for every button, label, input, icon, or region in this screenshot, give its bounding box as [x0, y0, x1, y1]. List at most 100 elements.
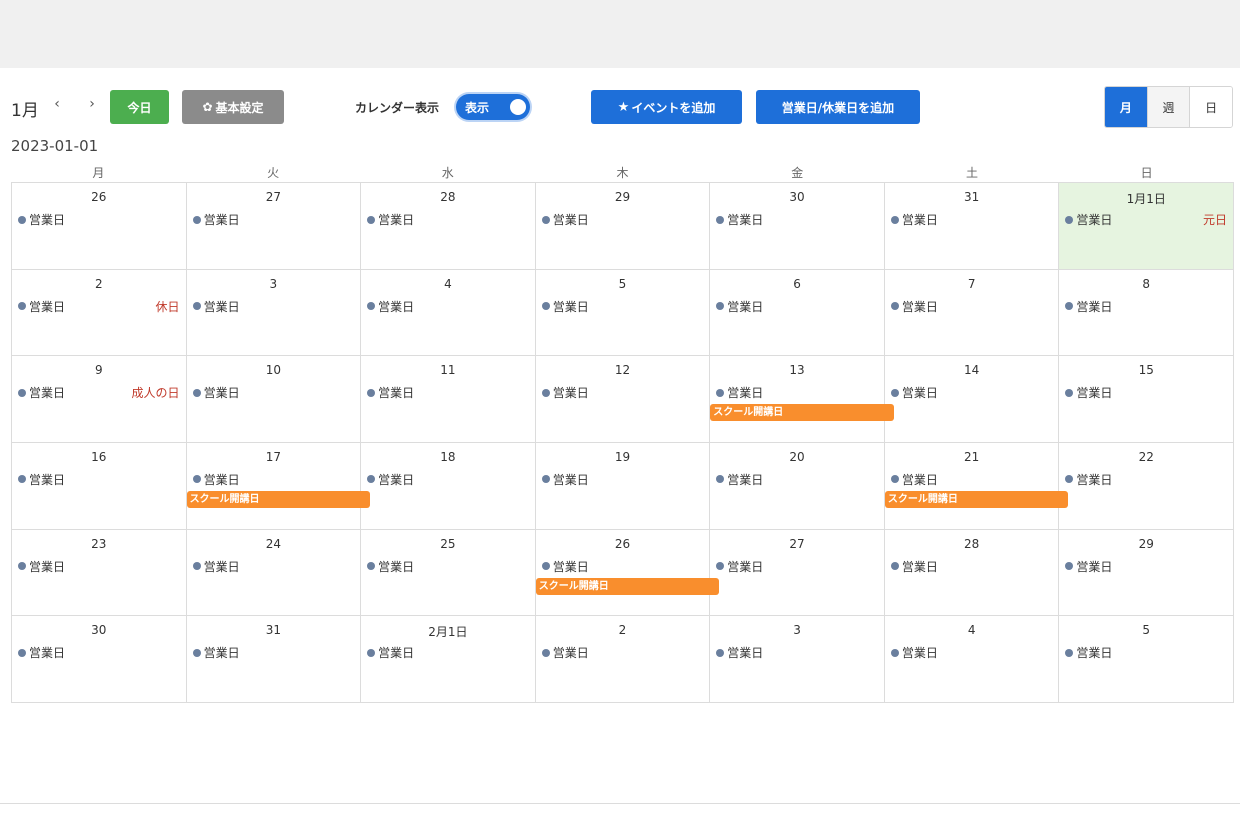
day-number: 6	[793, 276, 801, 291]
business-day-label: 営業日	[203, 472, 240, 487]
dot-icon	[367, 648, 376, 657]
calendar-day-cell[interactable]: 26 営業日	[12, 183, 187, 270]
calendar-day-cell[interactable]: 12 営業日	[535, 356, 711, 443]
add-event-button[interactable]: ★ イベントを追加	[591, 90, 742, 124]
calendar-day-cell[interactable]: 19 営業日	[535, 442, 711, 530]
calendar-day-cell[interactable]: 10 営業日	[186, 356, 362, 443]
business-day-marker: 営業日	[18, 211, 65, 228]
calendar-day-cell[interactable]: 17 営業日 スクール開講日	[186, 442, 371, 530]
dot-icon	[192, 302, 201, 311]
calendar-day-cell[interactable]: 14 営業日	[884, 356, 1060, 443]
event-bar[interactable]: スクール開講日	[186, 490, 371, 508]
calendar-day-cell[interactable]: 18 営業日	[361, 442, 536, 530]
business-day-marker: 営業日	[716, 384, 763, 401]
calendar-display-toggle[interactable]: 表示	[456, 94, 530, 120]
calendar-day-cell[interactable]: 5 営業日	[1059, 616, 1234, 703]
business-day-label: 営業日	[901, 472, 938, 487]
calendar-day-cell[interactable]: 15 営業日	[1059, 356, 1234, 443]
calendar-day-cell[interactable]: 29 営業日	[1059, 529, 1234, 617]
dot-icon	[192, 562, 201, 571]
calendar-day-cell[interactable]: 7 営業日	[884, 269, 1060, 357]
month-calendar-grid: 26 営業日 27 営業日 28 営業日 29 営業日 30 営業日 31 営業日 1月1日 営業日 元日 2…	[11, 182, 1234, 703]
business-day-marker: 営業日	[1065, 384, 1112, 401]
view-week-button[interactable]: 週	[1146, 87, 1190, 127]
business-day-label: 営業日	[378, 299, 415, 314]
calendar-day-cell[interactable]: 3 営業日	[186, 269, 362, 357]
calendar-day-cell[interactable]: 28 営業日	[884, 529, 1060, 617]
dot-icon	[18, 388, 26, 397]
current-month-label: 1月	[11, 101, 39, 121]
day-number: 20	[789, 449, 805, 464]
calendar-display-label: カレンダー表示	[355, 101, 440, 115]
business-day-label: 営業日	[203, 646, 240, 661]
calendar-day-cell[interactable]: 21 営業日 スクール開講日	[884, 442, 1069, 530]
calendar-day-cell[interactable]: 22 営業日	[1059, 442, 1234, 530]
prev-month-icon[interactable]: ‹	[50, 96, 64, 112]
day-number: 13	[789, 363, 805, 378]
calendar-day-cell[interactable]: 30 営業日	[12, 616, 187, 703]
day-number: 26	[614, 536, 631, 551]
calendar-day-cell[interactable]: 16 営業日	[12, 442, 187, 530]
day-number: 19	[614, 449, 631, 464]
calendar-day-cell[interactable]: 8 営業日	[1059, 269, 1234, 357]
dot-icon	[541, 562, 550, 571]
weekday-label: 木	[616, 166, 629, 180]
calendar-day-cell[interactable]: 2 営業日 休日	[12, 269, 187, 357]
dot-icon	[18, 215, 26, 224]
calendar-day-cell[interactable]: 2 営業日	[535, 616, 711, 703]
dot-icon	[18, 475, 26, 484]
day-number: 15	[1138, 363, 1154, 378]
calendar-day-cell[interactable]: 2月1日 営業日	[361, 616, 536, 703]
calendar-day-cell[interactable]: 6 営業日	[710, 269, 885, 357]
day-number: 29	[614, 190, 631, 204]
business-day-marker: 営業日	[192, 644, 240, 661]
view-month-button[interactable]: 月	[1105, 87, 1147, 127]
calendar-day-cell[interactable]: 31 営業日	[186, 616, 362, 703]
event-bar[interactable]: スクール開講日	[884, 490, 1069, 508]
calendar-day-cell[interactable]: 4 営業日	[884, 616, 1060, 703]
day-number: 31	[265, 623, 281, 638]
business-day-marker: 営業日	[18, 384, 65, 401]
calendar-day-cell[interactable]: 5 営業日	[535, 269, 711, 357]
business-day-label: 営業日	[29, 299, 66, 314]
calendar-day-cell[interactable]: 9 営業日 成人の日	[12, 356, 187, 443]
day-number: 4	[967, 623, 976, 638]
calendar-day-cell[interactable]: 24 営業日	[186, 529, 362, 617]
calendar-day-cell[interactable]: 31 営業日	[884, 183, 1060, 270]
calendar-day-cell[interactable]: 1月1日 営業日 元日	[1059, 183, 1234, 270]
next-month-icon[interactable]: ›	[85, 96, 99, 112]
business-day-label: 営業日	[203, 213, 240, 227]
dot-icon	[18, 648, 26, 657]
dot-icon	[716, 648, 725, 657]
business-day-marker: 営業日	[1065, 644, 1112, 661]
calendar-day-cell[interactable]: 4 営業日	[361, 269, 536, 357]
settings-button[interactable]: ✿ 基本設定	[182, 90, 284, 124]
event-bar[interactable]: スクール開講日	[535, 577, 720, 595]
calendar-day-cell[interactable]: 25 営業日	[361, 529, 536, 617]
calendar-day-cell[interactable]: 27 営業日	[710, 529, 885, 617]
calendar-day-cell[interactable]: 26 営業日スクール開講日	[535, 529, 720, 617]
day-number: 3	[269, 276, 278, 291]
calendar-day-cell[interactable]: 11 営業日	[361, 356, 536, 443]
calendar-day-cell[interactable]: 29 営業日	[535, 183, 711, 270]
calendar-day-cell[interactable]: 23 営業日	[12, 529, 187, 617]
business-day-marker: 営業日	[541, 471, 589, 488]
day-number: 22	[1138, 449, 1154, 464]
dot-icon	[367, 388, 376, 397]
day-number: 2月1日	[428, 625, 468, 640]
weekday-label: 土	[965, 166, 978, 180]
event-bar[interactable]: スクール開講日	[710, 404, 894, 422]
calendar-day-cell[interactable]: 20 営業日	[710, 442, 885, 530]
calendar-day-cell[interactable]: 13 営業日スクール開講日	[710, 356, 894, 443]
business-day-label: 営業日	[552, 559, 589, 574]
calendar-day-cell[interactable]: 30 営業日	[710, 183, 885, 270]
calendar-day-cell[interactable]: 27 営業日	[186, 183, 362, 270]
view-day-button[interactable]: 日	[1189, 87, 1232, 127]
business-day-marker: 営業日	[1065, 558, 1112, 575]
day-number: 23	[91, 536, 107, 551]
calendar-day-cell[interactable]: 28 営業日	[361, 183, 536, 270]
calendar-day-cell[interactable]: 3 営業日	[710, 616, 885, 703]
today-button[interactable]: 今日	[110, 90, 169, 124]
business-day-label: 営業日	[1076, 213, 1113, 227]
add-business-day-button[interactable]: 営業日/休業日を追加	[756, 90, 920, 124]
